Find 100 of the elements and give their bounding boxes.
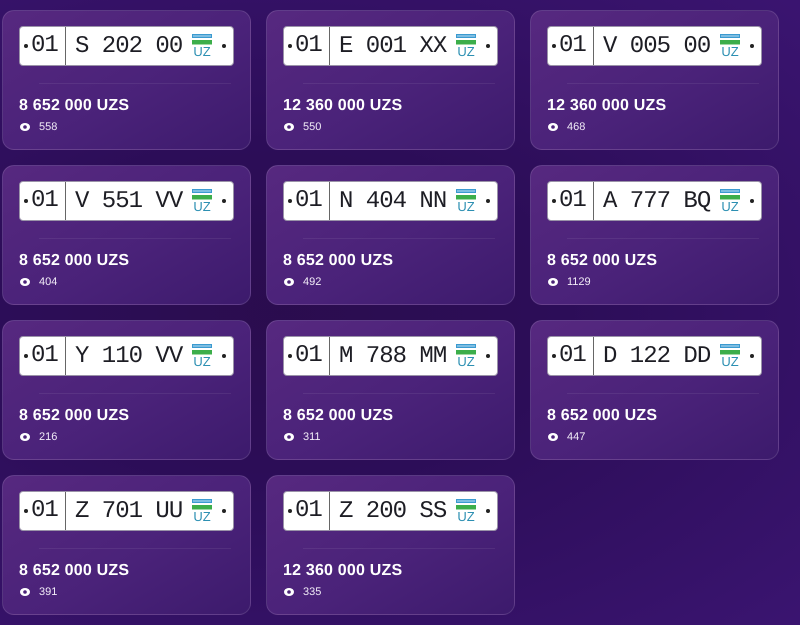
flag-stripes-icon: [456, 188, 476, 200]
price-text: 8 652 000 UZS: [19, 96, 130, 115]
plate-number: V 551 VV: [75, 188, 184, 214]
flag-stripes-icon: [192, 344, 212, 354]
eye-icon: [20, 123, 30, 131]
listing-card[interactable]: 01 V 551 VV UZ 8 652 000 UZS 404: [2, 165, 251, 305]
view-count: 311: [303, 431, 321, 443]
view-count: 468: [567, 121, 586, 133]
listing-card[interactable]: 01 N 404 NN UZ 8 652 000 UZS 492: [266, 165, 515, 305]
bolt-icon: [222, 199, 226, 203]
bolt-icon: [750, 199, 754, 203]
bolt-icon: [24, 199, 28, 203]
plate-region: 01: [28, 182, 66, 220]
country-code: UZ: [193, 510, 211, 524]
listing-card[interactable]: 01 E 001 XX UZ 12 360 000 UZS 550: [266, 10, 515, 150]
plate-number: Y 110 VV: [75, 342, 184, 370]
price-text: 8 652 000 UZS: [547, 251, 658, 270]
flag-stripes-icon: [456, 498, 476, 510]
listing-card[interactable]: 01 V 005 00 UZ 12 360 000 UZS 468: [530, 10, 779, 150]
country-code: UZ: [457, 510, 475, 524]
country-code: UZ: [721, 200, 739, 214]
plate-region: 01: [28, 492, 66, 530]
flag-stripes-icon: [720, 344, 740, 354]
price-text: 8 652 000 UZS: [19, 251, 130, 270]
country-code: UZ: [721, 354, 739, 368]
bolt-icon: [288, 199, 292, 203]
view-count: 447: [567, 431, 586, 443]
eye-icon: [284, 123, 294, 131]
plate-region: 01: [292, 27, 330, 65]
bolt-icon: [24, 354, 28, 358]
bolt-icon: [288, 44, 292, 48]
plate-number: S 202 00: [75, 32, 184, 60]
eye-icon: [20, 278, 30, 286]
bolt-icon: [288, 354, 292, 358]
plate-region: 01: [556, 337, 594, 375]
bolt-icon: [552, 354, 556, 358]
eye-icon: [548, 278, 558, 286]
plate-region: 01: [28, 337, 66, 375]
plate-region: 01: [292, 492, 330, 530]
plate-number: A 777 BQ: [603, 188, 712, 214]
eye-icon: [20, 433, 30, 441]
plate-number: E 001 XX: [339, 32, 448, 60]
view-count: 404: [39, 276, 58, 288]
listing-card[interactable]: 01 M 788 MM UZ 8 652 000 UZS 311: [266, 320, 515, 460]
bolt-icon: [24, 44, 28, 48]
eye-icon: [284, 433, 294, 441]
country-code: UZ: [193, 200, 211, 214]
plate-number: N 404 NN: [339, 188, 448, 214]
plate-region: 01: [292, 337, 330, 375]
bolt-icon: [552, 44, 556, 48]
plate-region: 01: [556, 27, 594, 65]
view-count: 335: [303, 586, 322, 598]
flag-stripes-icon: [456, 34, 476, 44]
view-count: 216: [39, 431, 58, 443]
listing-card[interactable]: 01 A 777 BQ UZ 8 652 000 UZS 1129: [530, 165, 779, 305]
eye-icon: [548, 433, 558, 441]
view-count: 1129: [567, 276, 591, 288]
bolt-icon: [222, 354, 226, 358]
country-code: UZ: [457, 354, 475, 368]
listing-card[interactable]: 01 S 202 00 UZ 8 652 000 UZS 558: [2, 10, 251, 150]
eye-icon: [284, 588, 294, 596]
bolt-icon: [750, 354, 754, 358]
eye-icon: [548, 123, 558, 131]
plate-number: V 005 00: [603, 32, 712, 60]
view-count: 492: [303, 276, 322, 288]
price-text: 8 652 000 UZS: [283, 251, 394, 270]
price-text: 8 652 000 UZS: [547, 406, 658, 425]
price-text: 8 652 000 UZS: [283, 406, 394, 425]
bolt-icon: [486, 509, 490, 513]
bolt-icon: [24, 509, 28, 513]
flag-stripes-icon: [192, 498, 212, 510]
plate-region: 01: [292, 182, 330, 220]
eye-icon: [20, 588, 30, 596]
country-code: UZ: [193, 354, 211, 368]
listing-card[interactable]: 01 Y 110 VV UZ 8 652 000 UZS 216: [2, 320, 251, 460]
bolt-icon: [750, 44, 754, 48]
price-text: 12 360 000 UZS: [283, 561, 402, 580]
flag-stripes-icon: [720, 34, 740, 44]
view-count: 558: [39, 121, 58, 133]
listing-card[interactable]: 01 D 122 DD UZ 8 652 000 UZS 447: [530, 320, 779, 460]
bolt-icon: [552, 199, 556, 203]
flag-stripes-icon: [192, 188, 212, 200]
listing-card[interactable]: 01 Z 200 SS UZ 12 360 000 UZS 335: [266, 475, 515, 615]
view-count: 391: [39, 586, 58, 598]
country-code: UZ: [457, 44, 475, 58]
price-text: 8 652 000 UZS: [19, 561, 130, 580]
country-code: UZ: [193, 44, 211, 58]
country-code: UZ: [457, 200, 475, 214]
listing-card[interactable]: 01 Z 701 UU UZ 8 652 000 UZS 391: [2, 475, 251, 615]
view-count: 550: [303, 121, 322, 133]
flag-stripes-icon: [720, 188, 740, 200]
bolt-icon: [222, 44, 226, 48]
plate-region: 01: [28, 27, 66, 65]
country-code: UZ: [721, 44, 739, 58]
plate-number: M 788 MM: [339, 342, 448, 370]
bolt-icon: [486, 354, 490, 358]
flag-stripes-icon: [456, 344, 476, 354]
bolt-icon: [288, 509, 292, 513]
bolt-icon: [486, 199, 490, 203]
plate-number: Z 200 SS: [339, 498, 448, 524]
